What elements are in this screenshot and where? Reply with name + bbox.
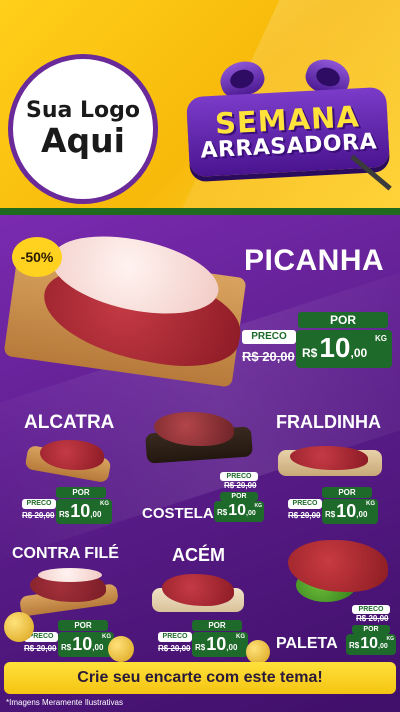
price-integer: 10 <box>206 634 227 654</box>
price-integer: 10 <box>336 501 357 521</box>
disclaimer-text: *Imagens Meramente Ilustrativas <box>6 698 123 707</box>
price-decimal: ,00 <box>350 346 368 360</box>
price-unit: KG <box>386 636 395 642</box>
price-integer: 10 <box>228 502 247 519</box>
logo-placeholder[interactable]: Sua Logo Aqui <box>8 54 158 204</box>
old-price: R$ 20,00 <box>288 511 321 520</box>
price-decimal: ,00 <box>378 643 388 650</box>
por-label: POR <box>298 312 388 328</box>
old-price: R$ 20,00 <box>22 511 55 520</box>
old-price: R$ 20,00 <box>242 349 295 364</box>
discount-badge: -50% <box>12 237 62 277</box>
new-price: R$ 10 ,00 KG <box>56 499 112 524</box>
new-price: R$ 10 ,00 KG <box>58 632 114 657</box>
old-price: R$ 20,00 <box>356 614 389 623</box>
new-price: R$ 10 ,00 KG <box>214 501 264 522</box>
product-name-paleta: PALETA <box>276 635 338 652</box>
contra-file-fat <box>38 568 102 582</box>
preco-label: PRECO <box>242 330 296 344</box>
old-price: R$ 20,00 <box>24 644 57 653</box>
price-currency: R$ <box>302 346 318 360</box>
price-unit: KG <box>102 634 111 640</box>
price-currency: R$ <box>349 641 360 650</box>
preco-label: PRECO <box>220 472 258 481</box>
featured-price-tag: POR PRECO R$ 20,00 R$ 10 ,00 KG <box>238 312 392 372</box>
new-price: R$ 10 ,00 KG <box>346 634 396 655</box>
price-currency: R$ <box>195 643 206 652</box>
product-name-contra-file: CONTRA FILÉ <box>12 545 119 562</box>
preco-label: PRECO <box>22 499 56 509</box>
price-currency: R$ <box>59 510 70 519</box>
preco-label: PRECO <box>288 499 322 509</box>
price-tag-fraldinha: POR PRECO R$ 20,00 R$ 10 ,00 KG <box>288 487 380 525</box>
product-name-costela: COSTELA <box>142 505 214 522</box>
price-unit: KG <box>100 501 109 507</box>
old-price: R$ 20,00 <box>224 481 257 490</box>
por-label: POR <box>56 487 106 498</box>
price-currency: R$ <box>61 643 72 652</box>
price-integer: 10 <box>319 332 351 363</box>
por-label: POR <box>192 620 242 631</box>
new-price: R$ 10 ,00 KG <box>296 330 392 368</box>
price-unit: KG <box>366 501 375 507</box>
por-label: POR <box>58 620 108 631</box>
price-tag-acem: POR PRECO R$ 20,00 R$ 10 ,00 KG <box>158 620 250 658</box>
new-price: R$ 10 ,00 KG <box>322 499 378 524</box>
price-currency: R$ <box>217 508 228 517</box>
price-tag-costela: PRECO R$ 20,00 POR R$ 10 ,00 KG <box>214 472 264 522</box>
price-unit: KG <box>236 634 245 640</box>
product-name-acem: ACÉM <box>172 545 225 565</box>
product-name-fraldinha: FRALDINHA <box>276 412 381 432</box>
header-divider <box>0 208 400 215</box>
price-decimal: ,00 <box>246 510 256 517</box>
gold-coin-icon <box>246 640 270 664</box>
price-decimal: ,00 <box>90 510 102 519</box>
product-name-alcatra: ALCATRA <box>24 412 115 433</box>
por-label: POR <box>352 625 390 634</box>
preco-label: PRECO <box>158 632 192 642</box>
price-decimal: ,00 <box>356 510 368 519</box>
preco-label: PRECO <box>352 605 390 614</box>
price-unit: KG <box>375 334 387 343</box>
price-tag-alcatra: POR PRECO R$ 20,00 R$ 10 ,00 KG <box>22 487 114 525</box>
cta-banner[interactable]: Crie seu encarte com este tema! <box>4 662 396 694</box>
logo-text-line2: Aqui <box>41 121 125 160</box>
por-label: POR <box>322 487 372 498</box>
new-price: R$ 10 ,00 KG <box>192 632 248 657</box>
old-price: R$ 20,00 <box>158 644 191 653</box>
price-currency: R$ <box>325 510 336 519</box>
price-integer: 10 <box>360 635 379 652</box>
gold-coin-icon <box>4 612 34 642</box>
price-unit: KG <box>254 503 263 509</box>
price-decimal: ,00 <box>226 643 238 652</box>
price-integer: 10 <box>72 634 93 654</box>
por-label: POR <box>220 492 258 501</box>
price-tag-paleta: PRECO R$ 20,00 POR R$ 10 ,00 KG <box>346 605 396 655</box>
price-decimal: ,00 <box>92 643 104 652</box>
logo-text-line1: Sua Logo <box>25 98 140 123</box>
price-tag-contra-file: POR PRECO R$ 20,00 R$ 10 ,00 KG <box>24 620 116 658</box>
gold-coin-icon <box>108 636 134 662</box>
price-integer: 10 <box>70 501 91 521</box>
featured-product-name: PICANHA <box>244 244 385 277</box>
